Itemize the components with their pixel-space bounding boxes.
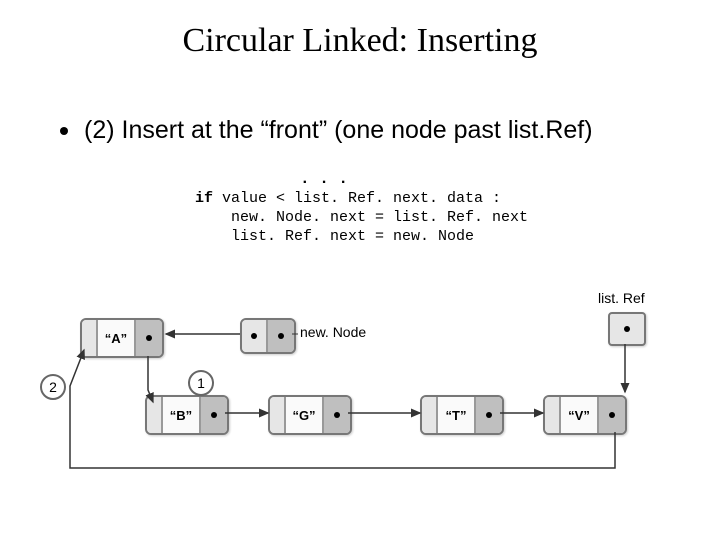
new-node-ptr [268,320,294,352]
page-title: Circular Linked: Inserting [0,0,720,60]
node-t-ptr [476,397,502,433]
node-a-ptr [136,320,162,356]
node-v: “V” [543,395,627,435]
node-g-ptr [324,397,350,433]
node-b-data: “B” [163,397,201,433]
node-v-ptr [599,397,625,433]
keyword-if: if [195,190,213,207]
linked-list-diagram: “A” new. Node list. Ref “B” “G” “T” “V” … [40,290,680,500]
step-2-circle: 2 [40,374,66,400]
code-line1: value < list. Ref. next. data : [213,190,501,207]
bullet-row: (2) Insert at the “front” (one node past… [60,115,660,146]
listref-label: list. Ref [598,290,645,306]
node-g-data: “G” [286,397,324,433]
node-a-data: “A” [98,320,136,356]
bullet-dot-icon [60,127,68,135]
code-line3: list. Ref. next = new. Node [195,228,474,245]
new-node-label: new. Node [300,324,366,340]
code-block: if value < list. Ref. next. data : new. … [195,190,528,246]
node-t-data: “T” [438,397,476,433]
listref-box [608,312,646,346]
node-g: “G” [268,395,352,435]
new-node [240,318,296,354]
node-b: “B” [145,395,229,435]
code-line2: new. Node. next = list. Ref. next [195,209,528,226]
bullet-text: (2) Insert at the “front” (one node past… [84,115,644,146]
node-a: “A” [80,318,164,358]
code-ellipsis: . . . [300,170,348,188]
node-t: “T” [420,395,504,435]
node-v-data: “V” [561,397,599,433]
node-b-ptr [201,397,227,433]
step-1-circle: 1 [188,370,214,396]
